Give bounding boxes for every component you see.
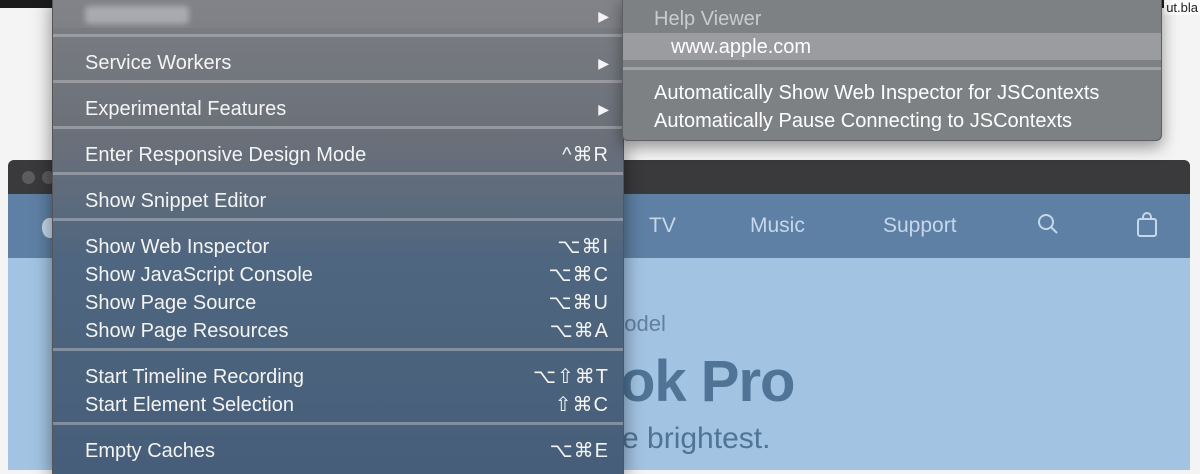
menu-item-element-selection[interactable]: Start Element Selection ⇧⌘C (85, 391, 609, 419)
menu-item-label: Show Page Source (85, 292, 257, 314)
menu-item-empty-caches[interactable]: Empty Caches ⌥⌘E (85, 437, 609, 465)
menu-separator (53, 422, 623, 425)
top-right-clipped-text: ut.bla (1164, 0, 1200, 15)
blurred-device-name (85, 6, 189, 24)
shopping-bag-icon[interactable] (1136, 212, 1158, 238)
menu-item-shortcut: ⌥⌘A (549, 320, 609, 342)
submenu-arrow-icon: ▶ (598, 101, 609, 117)
menu-item-page-resources[interactable]: Show Page Resources ⌥⌘A (85, 317, 609, 345)
menu-item-shortcut: ⌥⌘E (549, 440, 609, 462)
menu-item-page-source[interactable]: Show Page Source ⌥⌘U (85, 289, 609, 317)
menu-item-shortcut: ⇧⌘C (554, 394, 609, 416)
menu-item-label: Show JavaScript Console (85, 264, 313, 286)
hero-title: ok Pro (620, 349, 795, 414)
menu-item-javascript-console[interactable]: Show JavaScript Console ⌥⌘C (85, 261, 609, 289)
device-submenu: Help Viewer www.apple.com Automatically … (622, 0, 1162, 141)
search-icon[interactable] (1036, 212, 1060, 236)
menu-item-experimental-features[interactable]: Experimental Features ▶ (85, 95, 609, 123)
submenu-arrow-icon: ▶ (598, 8, 609, 24)
menu-separator (53, 348, 623, 351)
menu-item-label: Empty Caches (85, 440, 216, 462)
menu-item-label: Experimental Features (85, 98, 287, 120)
menu-item-responsive-design-mode[interactable]: Enter Responsive Design Mode ^⌘R (85, 141, 609, 169)
hero-tagline: e brightest. (622, 422, 771, 455)
nav-link-tv[interactable]: TV (649, 214, 676, 238)
menu-item-label: Show Snippet Editor (85, 190, 267, 212)
submenu-arrow-icon: ▶ (598, 55, 609, 71)
menu-item-label: Start Timeline Recording (85, 366, 304, 388)
menu-item-label: Show Web Inspector (85, 236, 270, 258)
menu-separator (53, 172, 623, 175)
menu-separator (53, 80, 623, 83)
close-window-button[interactable] (22, 171, 35, 184)
develop-menu: ▶ Service Workers ▶ Experimental Feature… (52, 0, 624, 474)
nav-link-support[interactable]: Support (883, 214, 957, 238)
submenu-header: Help Viewer (654, 8, 762, 30)
menu-separator (623, 67, 1161, 70)
menu-item-label: Start Element Selection (85, 394, 294, 416)
menu-item-label: Service Workers (85, 52, 232, 74)
menu-item-shortcut: ^⌘R (562, 144, 609, 166)
menu-item-shortcut: ⌥⌘U (548, 292, 609, 314)
menu-item-service-workers[interactable]: Service Workers ▶ (85, 49, 609, 77)
menu-separator (53, 34, 623, 37)
submenu-item-auto-pause[interactable]: Automatically Pause Connecting to JSCont… (654, 108, 1072, 134)
menu-item-shortcut: ⌥⇧⌘T (532, 366, 609, 388)
menu-item-device[interactable]: ▶ (85, 2, 609, 30)
menu-separator (53, 218, 623, 221)
menu-separator (53, 126, 623, 129)
menu-item-timeline-recording[interactable]: Start Timeline Recording ⌥⇧⌘T (85, 363, 609, 391)
menu-item-shortcut: ⌥⌘C (548, 264, 609, 286)
menu-item-label: Show Page Resources (85, 320, 289, 342)
nav-link-music[interactable]: Music (750, 214, 805, 238)
menu-item-snippet-editor[interactable]: Show Snippet Editor (85, 187, 609, 215)
submenu-item-apple-com[interactable]: www.apple.com (671, 34, 811, 60)
menu-item-shortcut: ⌥⌘I (557, 236, 609, 258)
menu-item-web-inspector[interactable]: Show Web Inspector ⌥⌘I (85, 233, 609, 261)
menu-item-label: Enter Responsive Design Mode (85, 144, 367, 166)
submenu-item-auto-show-inspector[interactable]: Automatically Show Web Inspector for JSC… (654, 80, 1099, 106)
